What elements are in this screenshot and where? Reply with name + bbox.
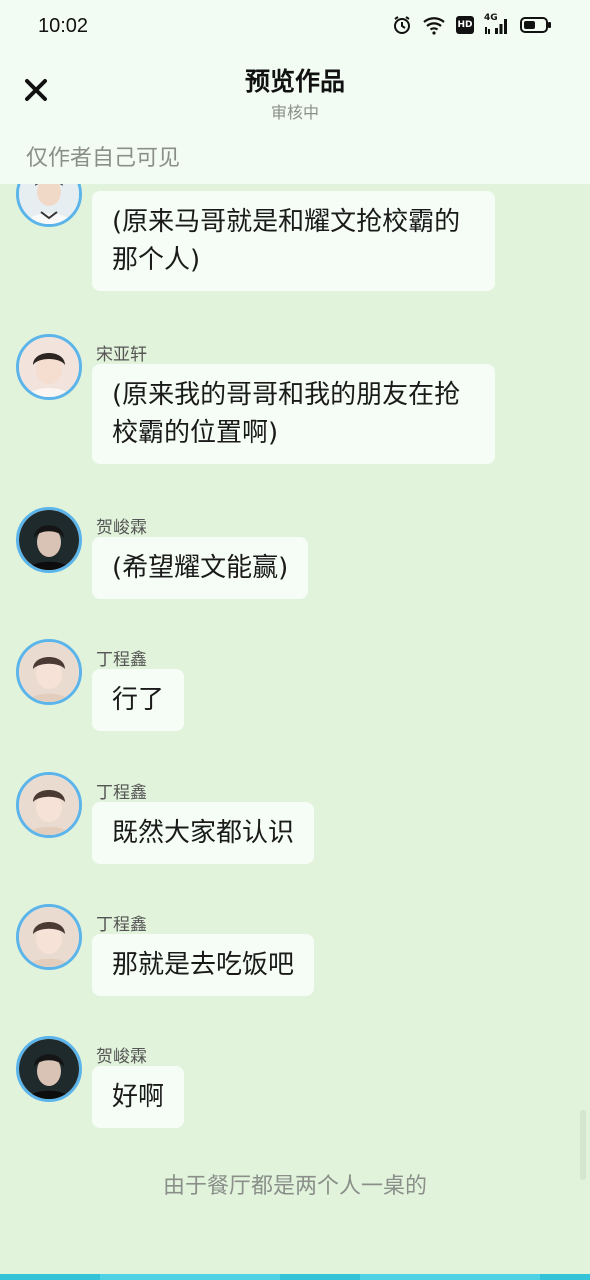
message-bubble[interactable]: 那就是去吃饭吧: [92, 934, 315, 996]
page-title: 预览作品: [244, 67, 345, 96]
hd-icon: HD: [456, 16, 474, 34]
sender-name: 丁程鑫: [96, 783, 147, 803]
avatar[interactable]: [16, 184, 82, 227]
sender-name: 宋亚轩: [96, 345, 147, 365]
avatar[interactable]: [16, 904, 82, 970]
status-icons: HD 4G: [392, 13, 552, 35]
chat-area[interactable]: (原来马哥就是和耀文抢校霸的那个人) 宋亚轩 (原来我的哥哥和我的朋友在抢校霸的…: [0, 184, 590, 1274]
message-bubble[interactable]: 好啊: [92, 1066, 185, 1128]
visibility-notice: 仅作者自己可见: [0, 132, 590, 184]
message-bubble[interactable]: 行了: [92, 669, 185, 731]
avatar[interactable]: [16, 334, 82, 400]
boy-white-shirt-avatar-icon: [19, 184, 79, 224]
message-bubble[interactable]: (希望耀文能赢): [92, 537, 309, 599]
avatar[interactable]: [16, 639, 82, 705]
sender-name: 贺峻霖: [96, 1047, 147, 1067]
message-bubble[interactable]: (原来我的哥哥和我的朋友在抢校霸的位置啊): [92, 364, 495, 464]
header: 预览作品 审核中: [0, 52, 590, 132]
boy-dark-avatar-icon: [19, 510, 79, 570]
avatar[interactable]: [16, 1036, 82, 1102]
avatar[interactable]: [16, 507, 82, 573]
bottom-progress-bar: [0, 1274, 590, 1280]
wifi-icon: [422, 15, 446, 35]
alarm-icon: [392, 15, 412, 35]
avatar[interactable]: [16, 772, 82, 838]
bottom-bar-segment: [360, 1274, 540, 1280]
signal-icon: 4G: [484, 13, 510, 35]
sender-name: 丁程鑫: [96, 650, 147, 670]
boy-beige-avatar-icon: [19, 775, 79, 835]
bottom-bar-segment: [100, 1274, 280, 1280]
boy-dark-avatar-icon: [19, 1039, 79, 1099]
sender-name: 丁程鑫: [96, 915, 147, 935]
message-bubble[interactable]: (原来马哥就是和耀文抢校霸的那个人): [92, 191, 495, 291]
boy-beige-avatar-icon: [19, 642, 79, 702]
sender-name: 贺峻霖: [96, 518, 147, 538]
status-bar: 10:02 HD 4G: [0, 0, 590, 52]
narration-text: 由于餐厅都是两个人一桌的: [162, 1174, 427, 1199]
battery-icon: [520, 16, 552, 34]
scrollbar-thumb[interactable]: [580, 1110, 586, 1180]
boy-beige-avatar-icon: [19, 907, 79, 967]
status-time: 10:02: [38, 14, 89, 37]
message-bubble[interactable]: 既然大家都认识: [92, 802, 315, 864]
boy-pink-bg-avatar-icon: [19, 337, 79, 397]
review-status: 审核中: [270, 103, 319, 122]
visibility-notice-text: 仅作者自己可见: [26, 146, 181, 171]
